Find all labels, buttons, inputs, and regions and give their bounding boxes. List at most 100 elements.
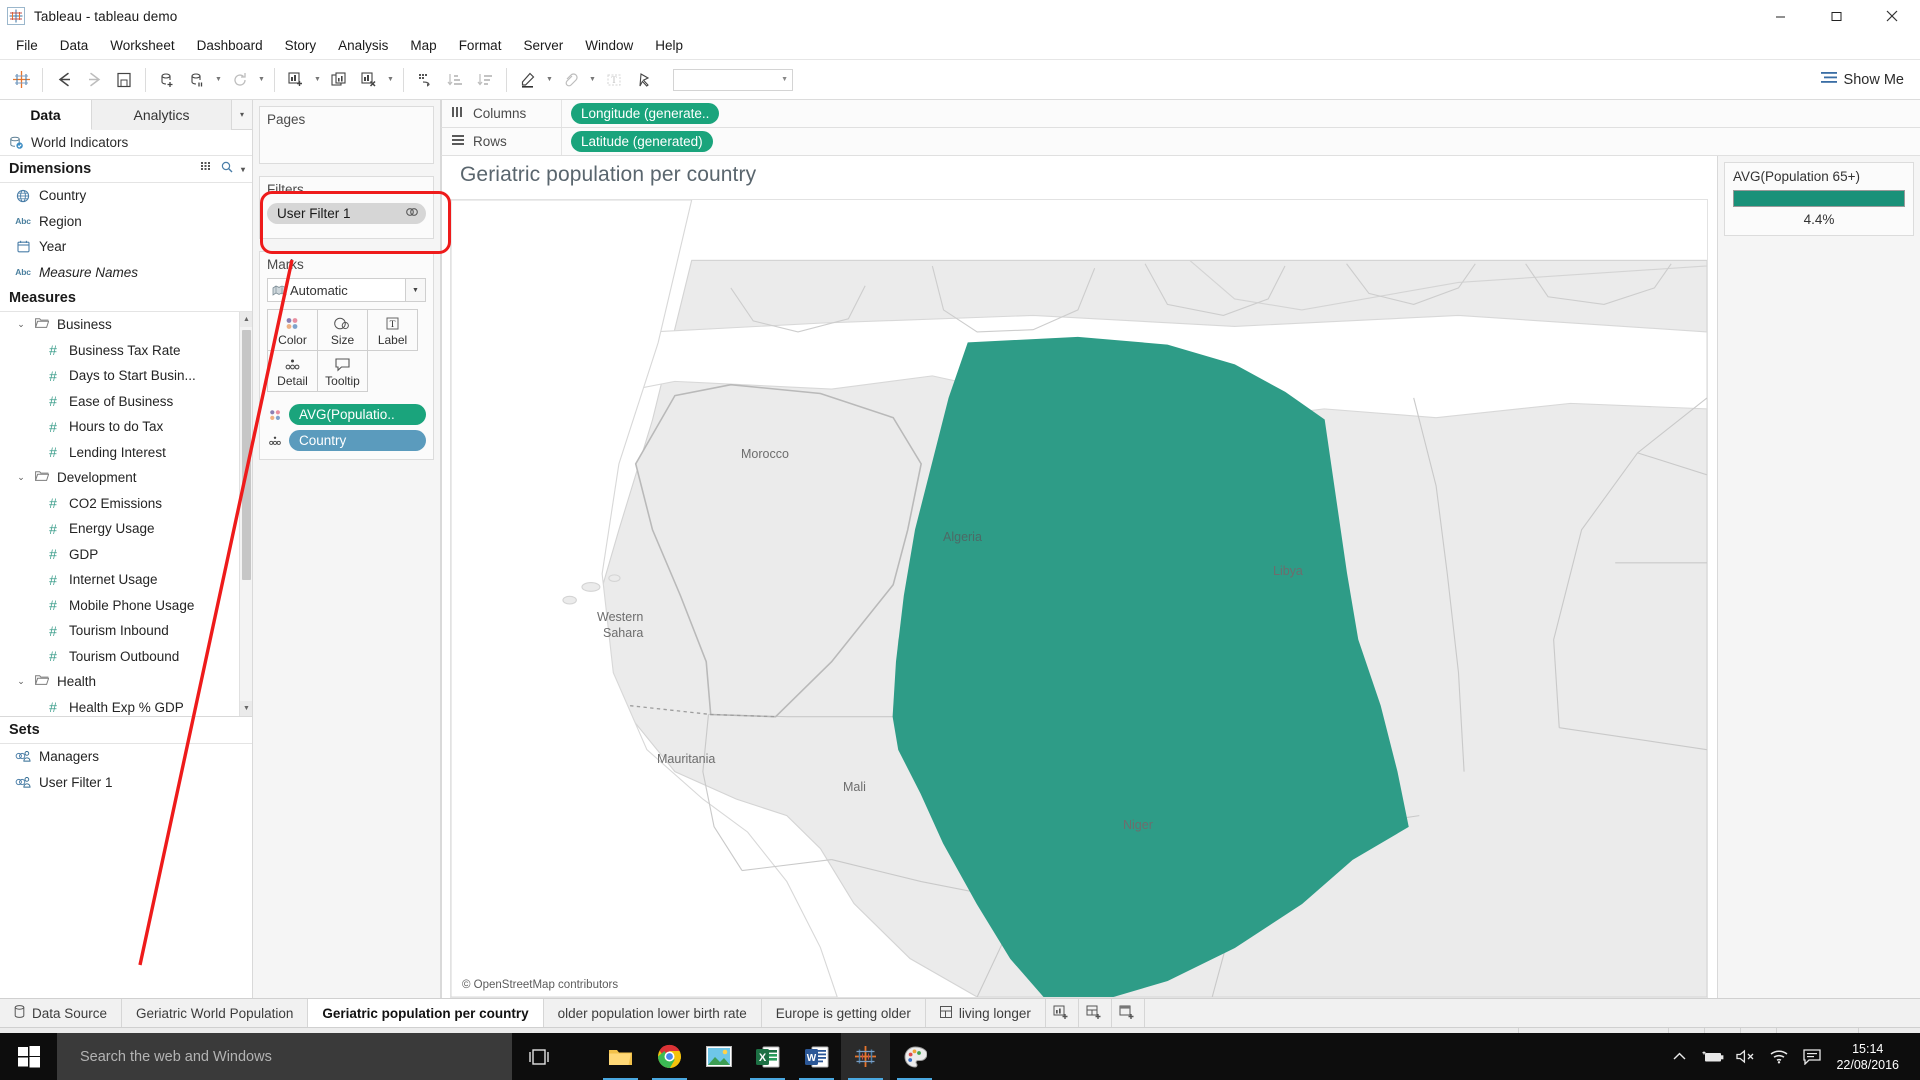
pane-collapse-icon[interactable]: ▾: [232, 100, 252, 129]
wifi-icon[interactable]: [1762, 1033, 1795, 1080]
menu-analysis[interactable]: Analysis: [328, 35, 398, 56]
tab-europe-is-getting-older[interactable]: Europe is getting older: [761, 999, 926, 1027]
tableau-icon[interactable]: [841, 1033, 890, 1080]
grid-view-icon[interactable]: [200, 161, 213, 177]
mark-button-label[interactable]: T Label: [367, 309, 418, 351]
measure-lending-interest[interactable]: # Lending Interest: [0, 440, 239, 466]
column-pill-longitude[interactable]: Longitude (generate..: [571, 103, 720, 124]
maximize-button[interactable]: [1808, 0, 1864, 32]
show-hidden-icons-icon[interactable]: [1663, 1033, 1696, 1080]
set-user-filter-1[interactable]: User Filter 1: [0, 770, 252, 796]
highlight-icon[interactable]: [513, 65, 543, 95]
chevron-down-icon[interactable]: ▼: [311, 65, 324, 95]
pause-data-icon[interactable]: [182, 65, 212, 95]
filter-link-icon[interactable]: [405, 206, 419, 221]
menu-format[interactable]: Format: [449, 35, 512, 56]
back-arrow-icon[interactable]: [49, 65, 79, 95]
measure-group-business[interactable]: ⌄ Business: [0, 312, 239, 338]
pane-menu-icon[interactable]: ▾: [241, 165, 245, 174]
measure-tourism-outbound[interactable]: # Tourism Outbound: [0, 644, 239, 670]
search-icon[interactable]: [221, 161, 233, 177]
dimension-measure-names[interactable]: Abc Measure Names: [0, 260, 252, 286]
mark-button-size[interactable]: Size: [317, 309, 368, 351]
dimension-year[interactable]: Year: [0, 234, 252, 260]
mark-button-tooltip[interactable]: Tooltip: [317, 350, 368, 392]
measure-health-exp-pct-gdp[interactable]: # Health Exp % GDP: [0, 695, 239, 717]
forward-arrow-icon[interactable]: [79, 65, 109, 95]
tab-geriatric-world-population[interactable]: Geriatric World Population: [122, 999, 309, 1027]
measure-hours-to-do-tax[interactable]: # Hours to do Tax: [0, 414, 239, 440]
swap-rows-columns-icon[interactable]: [410, 65, 440, 95]
measure-tourism-inbound[interactable]: # Tourism Inbound: [0, 618, 239, 644]
labels-icon[interactable]: T: [599, 65, 629, 95]
measure-business-tax-rate[interactable]: # Business Tax Rate: [0, 338, 239, 364]
color-legend-card[interactable]: AVG(Population 65+) 4.4%: [1724, 162, 1914, 236]
volume-muted-icon[interactable]: [1729, 1033, 1762, 1080]
excel-icon[interactable]: X: [743, 1033, 792, 1080]
tab-analytics[interactable]: Analytics: [92, 100, 232, 130]
menu-data[interactable]: Data: [50, 35, 99, 56]
tab-data[interactable]: Data: [0, 100, 92, 130]
measure-mobile-phone-usage[interactable]: # Mobile Phone Usage: [0, 593, 239, 619]
menu-dashboard[interactable]: Dashboard: [187, 35, 273, 56]
new-story-tab-icon[interactable]: [1112, 999, 1145, 1027]
chevron-down-icon[interactable]: ▼: [543, 65, 556, 95]
measure-ease-of-business[interactable]: # Ease of Business: [0, 389, 239, 415]
menu-help[interactable]: Help: [645, 35, 693, 56]
file-explorer-icon[interactable]: [596, 1033, 645, 1080]
tableau-logo-icon[interactable]: [6, 65, 36, 95]
measures-scrollbar[interactable]: ▲ ▼: [239, 312, 252, 716]
columns-drop-zone[interactable]: Longitude (generate..: [562, 103, 720, 124]
task-view-icon[interactable]: [512, 1033, 566, 1080]
minimize-button[interactable]: [1752, 0, 1808, 32]
chevron-down-icon[interactable]: ▼: [255, 65, 268, 95]
menu-map[interactable]: Map: [400, 35, 446, 56]
battery-icon[interactable]: [1696, 1033, 1729, 1080]
photos-icon[interactable]: [694, 1033, 743, 1080]
chevron-down-icon[interactable]: ▼: [405, 279, 425, 301]
measure-group-development[interactable]: ⌄ Development: [0, 465, 239, 491]
close-button[interactable]: [1864, 0, 1920, 32]
chevron-down-icon[interactable]: ▼: [212, 65, 225, 95]
data-source-row[interactable]: World Indicators: [0, 130, 252, 156]
row-pill-latitude[interactable]: Latitude (generated): [571, 131, 713, 152]
taskbar-clock[interactable]: 15:14 22/08/2016: [1828, 1033, 1913, 1080]
mark-button-color[interactable]: Color: [267, 309, 318, 351]
duplicate-sheet-icon[interactable]: [324, 65, 354, 95]
new-worksheet-tab-icon[interactable]: [1046, 999, 1079, 1027]
measure-group-health[interactable]: ⌄ Health: [0, 669, 239, 695]
filters-shelf[interactable]: User Filter 1: [260, 199, 433, 238]
windows-start-icon[interactable]: [0, 1033, 57, 1080]
menu-server[interactable]: Server: [513, 35, 573, 56]
show-desktop-button[interactable]: [1913, 1033, 1920, 1080]
refresh-data-icon[interactable]: [225, 65, 255, 95]
tab-living-longer[interactable]: living longer: [925, 999, 1046, 1027]
measure-internet-usage[interactable]: # Internet Usage: [0, 567, 239, 593]
dimension-region[interactable]: Abc Region: [0, 209, 252, 235]
sort-descending-icon[interactable]: [470, 65, 500, 95]
pages-shelf[interactable]: [260, 129, 433, 163]
chevron-down-icon[interactable]: ▼: [586, 65, 599, 95]
word-icon[interactable]: W: [792, 1033, 841, 1080]
tab-older-population-lower-birth-rate[interactable]: older population lower birth rate: [543, 999, 762, 1027]
new-dashboard-tab-icon[interactable]: [1079, 999, 1112, 1027]
measure-gdp[interactable]: # GDP: [0, 542, 239, 568]
menu-worksheet[interactable]: Worksheet: [100, 35, 184, 56]
menu-window[interactable]: Window: [575, 35, 643, 56]
mark-button-detail[interactable]: Detail: [267, 350, 318, 392]
rows-drop-zone[interactable]: Latitude (generated): [562, 131, 713, 152]
show-me-button[interactable]: Show Me: [1820, 71, 1904, 88]
set-managers[interactable]: Managers: [0, 744, 252, 770]
sort-ascending-icon[interactable]: [440, 65, 470, 95]
fit-combo[interactable]: ▼: [673, 68, 793, 91]
tab-data-source[interactable]: Data Source: [0, 999, 123, 1027]
new-worksheet-icon[interactable]: [281, 65, 311, 95]
scroll-up-icon[interactable]: ▲: [240, 312, 252, 327]
map-canvas[interactable]: Morocco Algeria Libya Western Sahara Mau…: [450, 199, 1708, 998]
google-chrome-icon[interactable]: [645, 1033, 694, 1080]
action-center-icon[interactable]: [1795, 1033, 1828, 1080]
group-icon[interactable]: [556, 65, 586, 95]
dimension-country[interactable]: Country: [0, 183, 252, 209]
chevron-down-icon[interactable]: ▼: [384, 65, 397, 95]
menu-story[interactable]: Story: [275, 35, 327, 56]
